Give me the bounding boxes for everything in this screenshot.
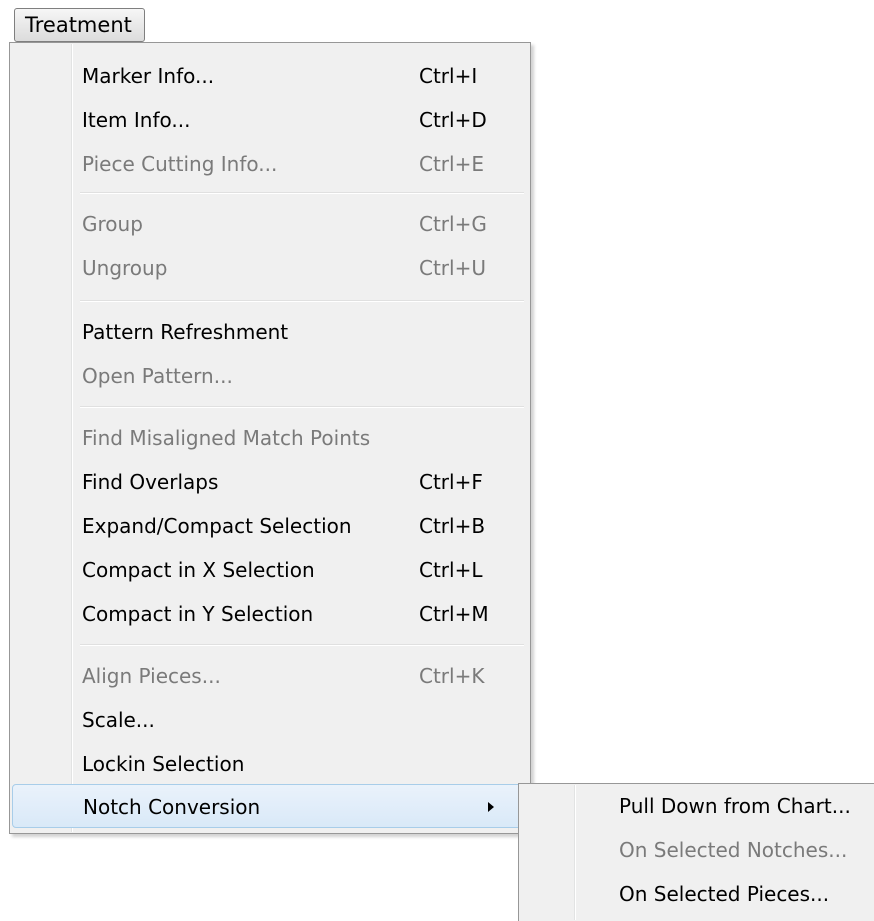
menu-item-shortcut: Ctrl+E (419, 152, 484, 176)
menu-item-label: Ungroup (82, 256, 168, 280)
menu-item-label: Open Pattern... (82, 364, 233, 388)
submenu-arrow-icon (488, 802, 494, 812)
menu-item-shortcut: Ctrl+F (419, 470, 483, 494)
submenu-item-on-selected-pieces[interactable]: On Selected Pieces... (521, 872, 871, 916)
menu-item-label: Compact in X Selection (82, 558, 315, 582)
menu-item-lockin-selection[interactable]: Lockin Selection (12, 742, 526, 786)
submenu-item-label: On Selected Pieces... (619, 882, 830, 906)
menu-item-piece-cutting-info[interactable]: Piece Cutting Info... Ctrl+E (12, 142, 526, 186)
menu-item-label: Expand/Compact Selection (82, 514, 352, 538)
menu-item-expand-compact-selection[interactable]: Expand/Compact Selection Ctrl+B (12, 504, 526, 548)
menu-item-item-info[interactable]: Item Info... Ctrl+D (12, 98, 526, 142)
menu-item-shortcut: Ctrl+B (419, 514, 486, 538)
app-stage: Treatment Marker Info... Ctrl+I Item Inf… (0, 0, 874, 921)
menu-item-label: Marker Info... (82, 64, 215, 88)
menu-item-label: Group (82, 212, 143, 236)
menu-item-compact-in-y-selection[interactable]: Compact in Y Selection Ctrl+M (12, 592, 526, 636)
menu-item-scale[interactable]: Scale... (12, 698, 526, 742)
menu-separator (80, 406, 524, 408)
menu-item-shortcut: Ctrl+I (419, 64, 478, 88)
treatment-dropdown-menu: Marker Info... Ctrl+I Item Info... Ctrl+… (9, 42, 531, 834)
menu-item-shortcut: Ctrl+K (419, 664, 485, 688)
menu-treatment[interactable]: Treatment (14, 8, 145, 42)
menu-item-label: Lockin Selection (82, 752, 245, 776)
menu-item-shortcut: Ctrl+G (419, 212, 487, 236)
menu-item-shortcut: Ctrl+D (419, 108, 487, 132)
menu-item-find-overlaps[interactable]: Find Overlaps Ctrl+F (12, 460, 526, 504)
menu-item-label: Align Pieces... (82, 664, 221, 688)
menu-item-label: Notch Conversion (83, 795, 261, 819)
menu-item-label: Item Info... (82, 108, 191, 132)
menu-item-label: Scale... (82, 708, 155, 732)
menu-item-marker-info[interactable]: Marker Info... Ctrl+I (12, 54, 526, 98)
menu-item-label: Find Misaligned Match Points (82, 426, 371, 450)
menu-separator (80, 644, 524, 646)
menu-item-group[interactable]: Group Ctrl+G (12, 202, 526, 246)
menu-item-compact-in-x-selection[interactable]: Compact in X Selection Ctrl+L (12, 548, 526, 592)
notch-conversion-submenu: Pull Down from Chart... On Selected Notc… (518, 783, 874, 921)
menu-item-label: Pattern Refreshment (82, 320, 289, 344)
menu-separator (80, 192, 524, 194)
menu-item-pattern-refreshment[interactable]: Pattern Refreshment (12, 310, 526, 354)
menu-item-shortcut: Ctrl+L (419, 558, 483, 582)
menu-item-shortcut: Ctrl+U (419, 256, 486, 280)
menu-item-label: Piece Cutting Info... (82, 152, 278, 176)
submenu-item-label: On Selected Notches... (619, 838, 848, 862)
menu-item-label: Find Overlaps (82, 470, 219, 494)
menu-item-open-pattern[interactable]: Open Pattern... (12, 354, 526, 398)
menu-item-shortcut: Ctrl+M (419, 602, 489, 626)
submenu-item-pull-down-from-chart[interactable]: Pull Down from Chart... (521, 784, 871, 828)
menu-item-label: Compact in Y Selection (82, 602, 314, 626)
menu-item-notch-conversion[interactable]: Notch Conversion (12, 784, 526, 828)
submenu-item-on-selected-notches[interactable]: On Selected Notches... (521, 828, 871, 872)
submenu-item-label: Pull Down from Chart... (619, 794, 851, 818)
menu-separator (80, 300, 524, 302)
menu-item-find-misaligned-match-points[interactable]: Find Misaligned Match Points (12, 416, 526, 460)
menu-item-ungroup[interactable]: Ungroup Ctrl+U (12, 246, 526, 290)
menu-item-align-pieces[interactable]: Align Pieces... Ctrl+K (12, 654, 526, 698)
